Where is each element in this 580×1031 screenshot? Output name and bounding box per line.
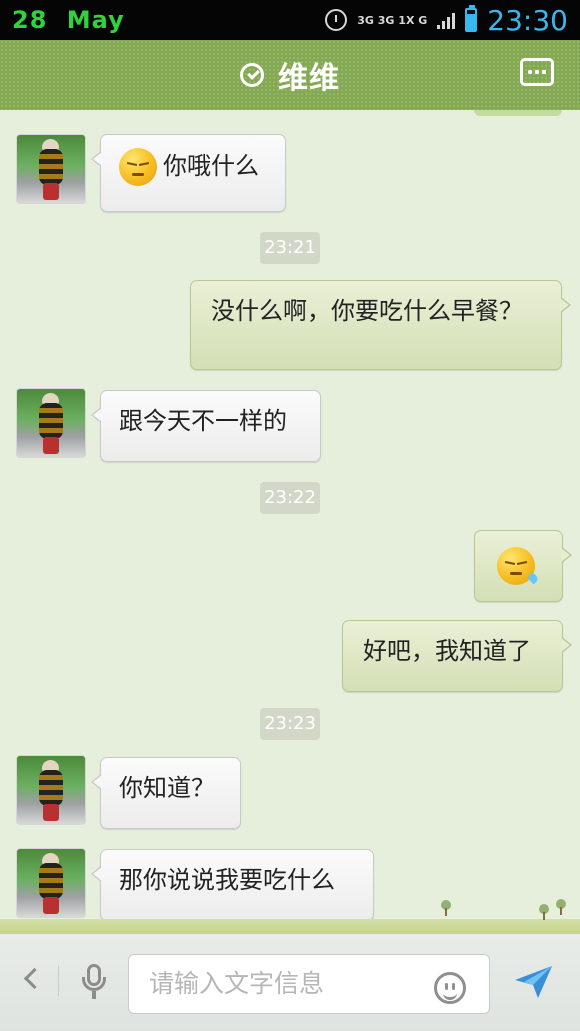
- alarm-clock-icon: [325, 9, 348, 31]
- tree-icon: [556, 899, 566, 915]
- more-options-button[interactable]: [520, 58, 554, 86]
- tree-icon: [441, 900, 451, 916]
- more-dot: [535, 70, 539, 74]
- send-icon[interactable]: [512, 962, 556, 1002]
- decorative-ground: [0, 919, 580, 933]
- chat-screen: 28 May 3G 3G 1X G 23:30 维维 你哦什么 23:21 没什…: [0, 0, 580, 1031]
- contact-avatar[interactable]: [16, 134, 86, 204]
- verified-check-icon: [240, 63, 264, 87]
- signal-icon: [437, 11, 456, 29]
- status-icons: 3G 3G 1X G 23:30: [325, 4, 568, 37]
- conversation-header: 维维: [0, 40, 580, 110]
- microphone-icon[interactable]: [80, 964, 108, 1006]
- message-timestamp: 23:22: [260, 482, 320, 514]
- contact-avatar[interactable]: [16, 388, 86, 458]
- message-list[interactable]: 你哦什么 23:21 没什么啊，你要吃什么早餐？ 跟今天不一样的 23:22 好…: [0, 110, 580, 934]
- outgoing-message-bubble[interactable]: [474, 530, 572, 602]
- incoming-message-bubble[interactable]: 你知道？: [91, 757, 241, 829]
- previous-message-stub: [474, 110, 562, 116]
- incoming-message-bubble[interactable]: 你哦什么: [91, 134, 286, 212]
- message-text: 好吧，我知道了: [363, 637, 531, 665]
- status-clock: 23:30: [487, 3, 568, 37]
- more-dot: [542, 70, 546, 74]
- message-timestamp: 23:21: [260, 232, 320, 264]
- contact-name: 维维: [278, 61, 340, 96]
- incoming-message-bubble[interactable]: 那你说说我要吃什么: [91, 849, 374, 921]
- message-timestamp: 23:23: [260, 708, 320, 740]
- emoji-icon[interactable]: [434, 972, 466, 1004]
- message-text: 跟今天不一样的: [119, 407, 287, 435]
- incoming-message-bubble[interactable]: 跟今天不一样的: [91, 390, 321, 462]
- smirk-face-icon: [119, 148, 157, 186]
- composer-bar: 请输入文字信息: [0, 933, 580, 1031]
- contact-avatar[interactable]: [16, 755, 86, 825]
- more-dot: [528, 70, 532, 74]
- message-text: 那你说说我要吃什么: [119, 866, 335, 894]
- back-arrow-icon[interactable]: [20, 962, 40, 998]
- status-date: 28 May: [12, 6, 125, 34]
- composer-divider: [58, 966, 59, 996]
- battery-icon: [465, 5, 478, 32]
- message-text: 没什么啊，你要吃什么早餐？: [211, 297, 523, 325]
- message-text: 你知道？: [119, 774, 215, 802]
- network-type-label: 3G 3G 1X G: [357, 13, 428, 27]
- status-day: 28: [12, 6, 48, 34]
- sweat-face-icon: [497, 547, 540, 585]
- outgoing-message-bubble[interactable]: 没什么啊，你要吃什么早餐？: [190, 280, 571, 370]
- status-bar: 28 May 3G 3G 1X G 23:30: [0, 0, 580, 40]
- contact-avatar[interactable]: [16, 848, 86, 918]
- status-month: May: [66, 6, 125, 34]
- outgoing-message-bubble[interactable]: 好吧，我知道了: [342, 620, 572, 692]
- tree-icon: [539, 904, 549, 920]
- message-text: 你哦什么: [163, 152, 259, 180]
